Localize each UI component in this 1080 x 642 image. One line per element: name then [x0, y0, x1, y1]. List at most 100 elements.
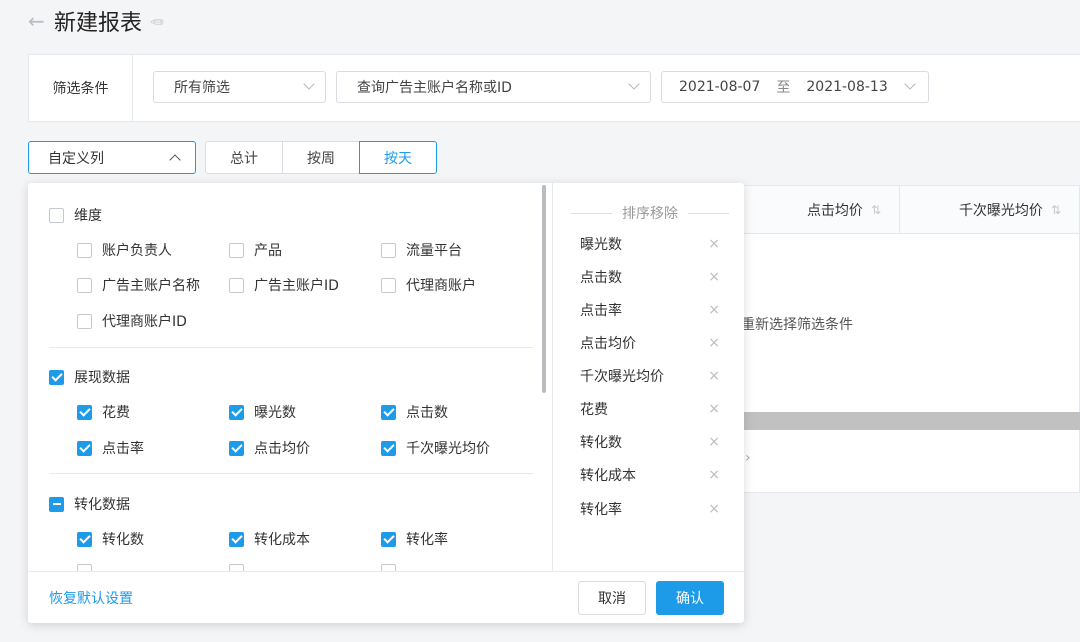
confirm-button[interactable]: 确认 — [656, 581, 724, 615]
checkbox[interactable] — [77, 564, 92, 571]
checkbox[interactable] — [77, 404, 92, 420]
option-conversion-rate[interactable]: 转化率 — [381, 529, 448, 549]
chevron-up-icon — [169, 154, 181, 166]
column-header[interactable]: 千次曝光均价 ⇅ — [900, 186, 1079, 234]
option-agency-account[interactable]: 代理商账户 — [381, 275, 476, 295]
option-cpc[interactable]: 点击均价 — [229, 438, 310, 458]
custom-columns-label: 自定义列 — [48, 150, 104, 167]
checkbox[interactable] — [381, 440, 396, 456]
divider — [49, 473, 533, 474]
option-conversions[interactable]: 转化数 — [77, 529, 144, 549]
sort-pane-title: 排序移除 — [571, 203, 729, 223]
chevron-right-icon[interactable]: › — [745, 450, 751, 466]
sort-icon[interactable]: ⇅ — [871, 203, 881, 217]
table-header-row: 点击均价 ⇅ 千次曝光均价 ⇅ — [721, 186, 1079, 234]
sort-item[interactable]: 转化成本 × — [580, 465, 720, 485]
option-product[interactable]: 产品 — [229, 240, 282, 260]
sort-item[interactable]: 点击均价 × — [580, 333, 720, 353]
account-search-placeholder: 查询广告主账户名称或ID — [357, 80, 512, 96]
checkbox[interactable] — [229, 242, 244, 258]
option-spend[interactable]: 花费 — [77, 402, 130, 422]
option-conversion-cost[interactable]: 转化成本 — [229, 529, 310, 549]
checkbox[interactable] — [229, 404, 244, 420]
option-clicks[interactable]: 点击数 — [381, 402, 448, 422]
close-icon[interactable]: × — [708, 269, 720, 285]
report-table: 点击均价 ⇅ 千次曝光均价 ⇅ 重新选择筛选条件 › — [720, 185, 1080, 493]
sort-item[interactable]: 点击率 × — [580, 300, 720, 320]
checkbox[interactable] — [381, 404, 396, 420]
granularity-tabs: 总计 按周 按天 — [205, 141, 437, 174]
option-clipped[interactable] — [229, 564, 254, 571]
sort-item[interactable]: 点击数 × — [580, 267, 720, 287]
date-end: 2021-08-13 — [806, 79, 888, 95]
checkbox[interactable] — [381, 531, 396, 547]
option-advertiser-name[interactable]: 广告主账户名称 — [77, 275, 200, 295]
cancel-button[interactable]: 取消 — [578, 581, 646, 615]
option-clipped[interactable] — [381, 564, 406, 571]
tab-total[interactable]: 总计 — [205, 141, 283, 174]
option-impressions[interactable]: 曝光数 — [229, 402, 296, 422]
custom-columns-button[interactable]: 自定义列 — [28, 141, 196, 174]
checkbox[interactable] — [77, 277, 92, 293]
close-icon[interactable]: × — [708, 501, 720, 517]
column-picker-dropdown: 维度 账户负责人 产品 流量平台 广告主账户名称 广告主账户ID 代理商账户 代… — [28, 183, 744, 623]
checkbox[interactable] — [77, 531, 92, 547]
vertical-scrollbar[interactable] — [542, 185, 546, 393]
tab-weekly[interactable]: 按周 — [282, 141, 360, 174]
close-icon[interactable]: × — [708, 236, 720, 252]
checkbox[interactable] — [77, 242, 92, 258]
checkbox[interactable] — [381, 564, 396, 571]
pencil-icon[interactable]: ✎ — [145, 10, 168, 33]
close-icon[interactable]: × — [708, 434, 720, 450]
group-conversion-data[interactable]: 转化数据 — [49, 494, 130, 514]
filter-panel: 筛选条件 所有筛选 查询广告主账户名称或ID 2021-08-07 至 2021… — [28, 54, 1080, 122]
divider — [49, 347, 533, 348]
chevron-down-icon — [303, 78, 315, 90]
close-icon[interactable]: × — [708, 467, 720, 483]
option-account-owner[interactable]: 账户负责人 — [77, 240, 172, 260]
checkbox[interactable] — [49, 369, 64, 385]
close-icon[interactable]: × — [708, 335, 720, 351]
sort-item[interactable]: 花费 × — [580, 399, 720, 419]
checkbox[interactable] — [229, 440, 244, 456]
horizontal-scrollbar[interactable] — [721, 412, 1080, 430]
option-advertiser-id[interactable]: 广告主账户ID — [229, 275, 339, 295]
sort-item[interactable]: 千次曝光均价 × — [580, 366, 720, 386]
option-ctr[interactable]: 点击率 — [77, 438, 144, 458]
close-icon[interactable]: × — [708, 302, 720, 318]
sort-item[interactable]: 曝光数 × — [580, 234, 720, 254]
sort-item[interactable]: 转化数 × — [580, 432, 720, 452]
date-separator: 至 — [776, 80, 791, 96]
option-cpm[interactable]: 千次曝光均价 — [381, 438, 490, 458]
checkbox[interactable] — [229, 564, 244, 571]
checkbox[interactable] — [381, 242, 396, 258]
close-icon[interactable]: × — [708, 368, 720, 384]
tab-daily[interactable]: 按天 — [359, 141, 437, 174]
reset-defaults-link[interactable]: 恢复默认设置 — [49, 588, 133, 608]
sort-item[interactable]: 转化率 × — [580, 499, 720, 519]
checkbox[interactable] — [77, 313, 92, 329]
sort-remove-pane: 排序移除 曝光数 × 点击数 × 点击率 × 点击均价 × 千次曝光均价 × 花费 × 转化… — [553, 183, 744, 571]
dropdown-footer: 恢复默认设置 取消 确认 — [28, 571, 744, 623]
checkbox[interactable] — [49, 207, 64, 223]
account-search-select[interactable]: 查询广告主账户名称或ID — [336, 71, 651, 103]
arrow-left-icon[interactable]: ← — [28, 9, 54, 33]
group-dimensions[interactable]: 维度 — [49, 205, 102, 225]
checkbox[interactable] — [229, 277, 244, 293]
option-clipped[interactable] — [77, 564, 102, 571]
date-range-picker[interactable]: 2021-08-07 至 2021-08-13 — [661, 71, 929, 103]
sort-icon[interactable]: ⇅ — [1051, 203, 1061, 217]
checkbox[interactable] — [381, 277, 396, 293]
close-icon[interactable]: × — [708, 401, 720, 417]
date-start: 2021-08-07 — [679, 79, 761, 95]
filter-type-select[interactable]: 所有筛选 — [153, 71, 326, 103]
group-display-data[interactable]: 展现数据 — [49, 367, 130, 387]
page-title: 新建报表 — [54, 11, 143, 36]
checkbox[interactable] — [77, 440, 92, 456]
option-traffic-platform[interactable]: 流量平台 — [381, 240, 462, 260]
checkbox[interactable] — [229, 531, 244, 547]
column-header[interactable]: 点击均价 ⇅ — [721, 186, 900, 234]
option-agency-account-id[interactable]: 代理商账户ID — [77, 311, 187, 331]
filter-label: 筛选条件 — [29, 55, 133, 121]
checkbox[interactable] — [49, 496, 64, 512]
